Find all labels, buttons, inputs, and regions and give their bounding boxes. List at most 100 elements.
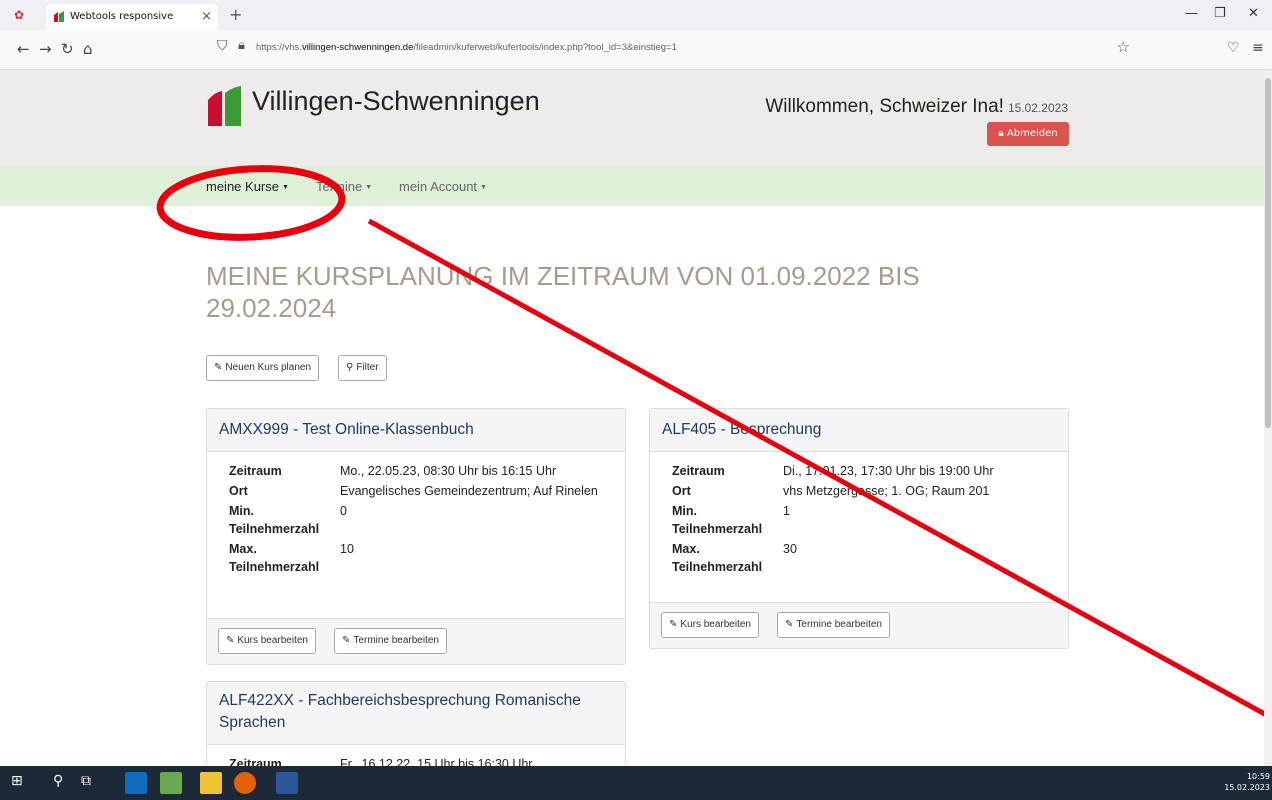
page-title-line2: 29.02.2024: [206, 293, 337, 323]
windows-start-icon[interactable]: ⊞: [11, 773, 23, 789]
edit-icon: ✎: [669, 619, 678, 630]
caret-down-icon: ▼: [480, 184, 487, 191]
reload-icon[interactable]: ↻: [61, 40, 74, 58]
label-zeitraum: Zeitraum: [672, 464, 725, 478]
value-min: 0: [340, 504, 347, 518]
button-label: Termine bearbeiten: [796, 619, 882, 630]
minimize-icon[interactable]: —: [1185, 6, 1198, 21]
bookmark-star-icon[interactable]: ☆: [1117, 38, 1130, 56]
welcome-greeting: Willkommen, Schweizer Ina!: [765, 96, 1004, 117]
forward-icon[interactable]: →: [39, 40, 52, 58]
button-label: Neuen Kurs planen: [225, 362, 312, 373]
windows-taskbar: ⊞ ⚲ ⧉ 10:59 15.02.2023: [0, 766, 1272, 800]
page-title: MEINE KURSPLANUNG IM ZEITRAUM VON 01.09.…: [206, 260, 1006, 324]
edit-icon: ✎: [214, 362, 223, 373]
page-title-line1: MEINE KURSPLANUNG IM ZEITRAUM VON 01.09.…: [206, 261, 920, 291]
home-icon[interactable]: ⌂: [83, 40, 93, 58]
menu-label: mein Account: [399, 179, 478, 194]
edit-dates-button[interactable]: ✎ Termine bearbeiten: [777, 612, 890, 638]
course-card: AMXX999 - Test Online-Klassenbuch Zeitra…: [206, 408, 626, 665]
main-menu: meine Kurse ▼ Termine ▼ mein Account ▼: [0, 166, 1264, 206]
site-favicon-icon: [54, 11, 64, 22]
logout-label: Abmelden: [1006, 128, 1058, 139]
file-explorer-icon[interactable]: [200, 772, 222, 794]
edit-icon: ✎: [785, 619, 794, 630]
course-card: ALF405 - Besprechung Zeitraum Di., 17.01.…: [649, 408, 1069, 649]
value-min: 1: [783, 504, 790, 518]
firefox-icon[interactable]: [234, 772, 256, 794]
logo-text: Villingen-Schwenningen: [252, 86, 540, 116]
tab-close-icon[interactable]: ×: [201, 4, 212, 30]
clock-time: 10:59: [1246, 772, 1270, 781]
course-title[interactable]: ALF422XX - Fachbereichsbesprechung Roman…: [207, 682, 625, 745]
course-details: Zeitraum Fr., 16.12.22, 15 Uhr bis 16:30 …: [207, 745, 625, 766]
logout-button[interactable]: 🔒︎ Abmelden: [987, 122, 1069, 146]
value-max: 10: [340, 542, 354, 556]
menu-termine[interactable]: Termine ▼: [316, 179, 372, 194]
browser-navbar: ← → ↻ ⌂ ⛉ 🔒︎ https://vhs.villingen-schwe…: [0, 30, 1272, 70]
search-icon[interactable]: ⚲: [53, 773, 63, 789]
lock-icon[interactable]: 🔒︎: [238, 38, 245, 53]
edit-course-button[interactable]: ✎ Kurs bearbeiten: [218, 628, 316, 654]
course-actions: ✎ Kurs bearbeiten ✎ Termine bearbeiten: [650, 602, 1068, 648]
vhs-logo-mark-icon: [208, 86, 241, 126]
menu-label: meine Kurse: [206, 179, 279, 194]
page-scrollbar[interactable]: [1264, 70, 1272, 766]
restore-icon[interactable]: ❐: [1214, 6, 1226, 21]
value-max: 30: [783, 542, 797, 556]
label-min: Min. Teilnehmerzahl: [229, 504, 320, 536]
course-title[interactable]: AMXX999 - Test Online-Klassenbuch: [207, 409, 625, 452]
outlook-icon[interactable]: [125, 772, 147, 794]
menu-meine-kurse[interactable]: meine Kurse ▼: [206, 179, 289, 194]
value-zeitraum: Mo., 22.05.23, 08:30 Uhr bis 16:15 Uhr: [340, 464, 557, 478]
welcome-date: 15.02.2023: [1007, 101, 1068, 115]
clock-date: 15.02.2023: [1224, 783, 1270, 792]
url-text[interactable]: https://vhs.villingen-schwenningen.de/fi…: [256, 42, 677, 53]
button-label: Filter: [356, 362, 379, 373]
course-details: Zeitraum Di., 17.01.23, 17:30 Uhr bis 19:…: [650, 452, 1068, 602]
site-header: Villingen-Schwenningen Willkommen, Schwe…: [0, 70, 1264, 166]
url-bar[interactable]: ⛉ 🔒︎ https://vhs.villingen-schwenningen.…: [210, 35, 1140, 63]
pocket-icon[interactable]: ♡: [1227, 40, 1240, 56]
label-ort: Ort: [229, 484, 248, 498]
filter-button[interactable]: ⚲ Filter: [338, 355, 387, 381]
course-card: ALF422XX - Fachbereichsbesprechung Roman…: [206, 681, 626, 766]
label-max: Max. Teilnehmerzahl: [229, 542, 320, 574]
lock-icon: 🔒︎: [998, 128, 1004, 139]
tab-title: Webtools responsive: [70, 11, 174, 22]
task-view-icon[interactable]: ⧉: [81, 773, 91, 789]
firefox-view-icon[interactable]: ✿: [14, 8, 24, 22]
label-max: Max. Teilnehmerzahl: [672, 542, 763, 574]
browser-tab-active[interactable]: Webtools responsive ×: [46, 4, 218, 30]
word-icon[interactable]: [276, 772, 298, 794]
app-icon[interactable]: [160, 772, 182, 794]
button-label: Kurs bearbeiten: [680, 619, 751, 630]
scrollbar-thumb[interactable]: [1265, 78, 1271, 428]
search-icon: ⚲: [346, 362, 354, 373]
course-actions: ✎ Kurs bearbeiten ✎ Termine bearbeiten: [207, 618, 625, 664]
edit-icon: ✎: [342, 635, 351, 646]
new-course-button[interactable]: ✎ Neuen Kurs planen: [206, 355, 320, 381]
label-zeitraum: Zeitraum: [229, 464, 282, 478]
course-title[interactable]: ALF405 - Besprechung: [650, 409, 1068, 452]
browser-tabbar: ✿ Webtools responsive × + — ❐ ✕: [0, 0, 1272, 30]
window-close-icon[interactable]: ✕: [1248, 6, 1259, 21]
menu-mein-account[interactable]: mein Account ▼: [399, 179, 487, 194]
tracking-shield-icon[interactable]: ⛉: [217, 38, 228, 54]
button-label: Termine bearbeiten: [353, 635, 439, 646]
new-tab-button[interactable]: +: [229, 5, 242, 24]
value-zeitraum: Fr., 16.12.22, 15 Uhr bis 16:30 Uhr: [340, 757, 533, 766]
caret-down-icon: ▼: [281, 184, 289, 191]
app-menu-icon[interactable]: ≡: [1252, 40, 1264, 56]
back-icon[interactable]: ←: [17, 40, 30, 58]
edit-course-button[interactable]: ✎ Kurs bearbeiten: [661, 612, 759, 638]
welcome-text: Willkommen, Schweizer Ina! 15.02.2023: [765, 96, 1068, 118]
label-zeitraum: Zeitraum: [229, 757, 282, 766]
label-min: Min. Teilnehmerzahl: [672, 504, 763, 536]
edit-dates-button[interactable]: ✎ Termine bearbeiten: [334, 628, 447, 654]
course-details: Zeitraum Mo., 22.05.23, 08:30 Uhr bis 16:…: [207, 452, 625, 618]
caret-down-icon: ▼: [365, 184, 373, 191]
value-zeitraum: Di., 17.01.23, 17:30 Uhr bis 19:00 Uhr: [783, 464, 994, 478]
taskbar-clock[interactable]: 10:59 15.02.2023: [1224, 771, 1270, 793]
label-ort: Ort: [672, 484, 691, 498]
